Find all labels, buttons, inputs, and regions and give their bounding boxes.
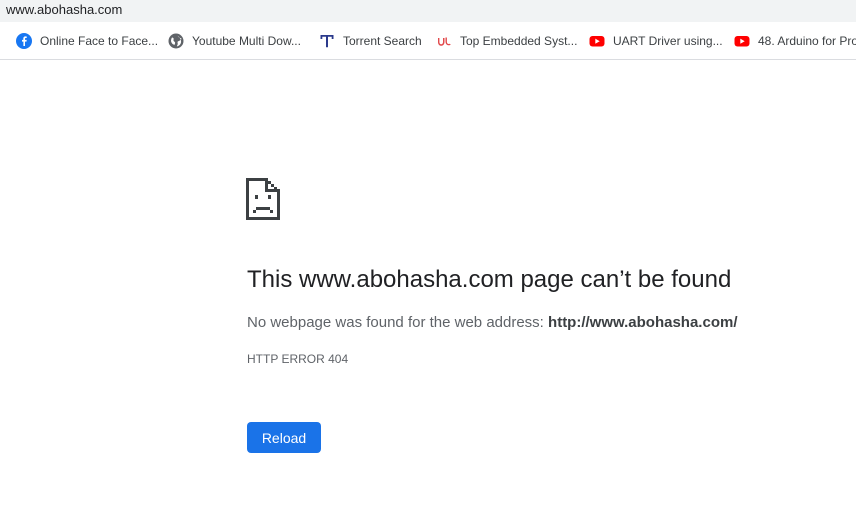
- bookmark-label: Top Embedded Syst...: [460, 33, 578, 48]
- bookmark-label: Youtube Multi Dow...: [192, 33, 301, 48]
- bookmark-label: Online Face to Face...: [40, 33, 159, 48]
- address-bar[interactable]: www.abohasha.com: [0, 0, 856, 22]
- error-address: http://www.abohasha.com/: [548, 314, 738, 331]
- youtube-icon: [589, 33, 605, 49]
- sad-page-icon: [246, 178, 282, 220]
- bookmark-top-embedded-systems[interactable]: Top Embedded Syst...: [436, 22, 577, 59]
- bookmark-online-face-to-face[interactable]: Online Face to Face...: [16, 22, 158, 59]
- reload-button[interactable]: Reload: [247, 422, 321, 453]
- facebook-icon: [16, 32, 32, 49]
- bookmark-label: Torrent Search: [343, 33, 422, 48]
- torrent-t-icon: [319, 33, 335, 49]
- error-title: This www.abohasha.com page can’t be foun…: [247, 266, 732, 293]
- url-text[interactable]: www.abohasha.com: [6, 2, 122, 17]
- error-code: HTTP ERROR 404: [247, 352, 349, 366]
- bookmark-youtube-multi-downloader[interactable]: Youtube Multi Dow...: [168, 22, 301, 59]
- bookmark-label: 48. Arduino for Pro: [758, 33, 856, 48]
- globe-icon: [168, 33, 184, 49]
- bookmarks-bar: Online Face to Face... Youtube Multi Dow…: [0, 22, 856, 60]
- bookmark-label: UART Driver using...: [613, 33, 723, 48]
- bookmark-uart-driver[interactable]: UART Driver using...: [589, 22, 723, 59]
- bookmark-torrent-search[interactable]: Torrent Search: [319, 22, 422, 59]
- udemy-icon: [436, 33, 452, 49]
- error-description-text: No webpage was found for the web address…: [247, 314, 549, 331]
- bookmark-arduino-for-pro[interactable]: 48. Arduino for Pro: [734, 22, 856, 59]
- error-description: No webpage was found for the web address…: [247, 314, 738, 331]
- youtube-icon: [734, 33, 750, 49]
